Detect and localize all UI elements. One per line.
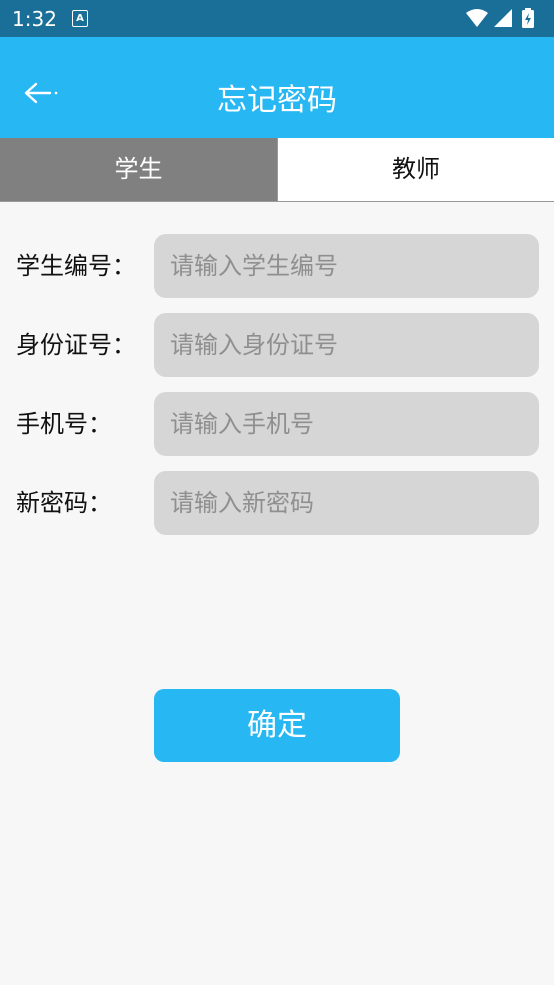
id-card-input[interactable] xyxy=(154,313,539,377)
form-row-student-id: 学生编号： xyxy=(0,234,554,298)
battery-icon xyxy=(522,8,534,28)
tab-teacher[interactable]: 教师 xyxy=(277,138,554,201)
form-row-new-password: 新密码： xyxy=(0,471,554,535)
status-time: 1:32 xyxy=(12,7,57,31)
form-row-phone: 手机号： xyxy=(0,392,554,456)
id-card-label: 身份证号： xyxy=(16,331,136,359)
role-tabs: 学生 教师 xyxy=(0,138,554,202)
student-id-label: 学生编号： xyxy=(16,252,136,280)
student-id-input[interactable] xyxy=(154,234,539,298)
tab-student[interactable]: 学生 xyxy=(0,138,277,201)
new-password-input[interactable] xyxy=(154,471,539,535)
wifi-icon xyxy=(466,9,488,27)
new-password-label: 新密码： xyxy=(16,489,112,517)
notification-icon: A xyxy=(72,10,88,27)
status-icons xyxy=(466,8,534,28)
phone-input[interactable] xyxy=(154,392,539,456)
page-title: 忘记密码 xyxy=(217,83,337,118)
confirm-button[interactable]: 确定 xyxy=(154,689,400,762)
app-bar: 忘记密码 xyxy=(0,37,554,138)
phone-label: 手机号： xyxy=(16,410,112,438)
form-row-id-card: 身份证号： xyxy=(0,313,554,377)
signal-icon xyxy=(494,9,512,27)
status-bar: 1:32 A xyxy=(0,0,554,37)
